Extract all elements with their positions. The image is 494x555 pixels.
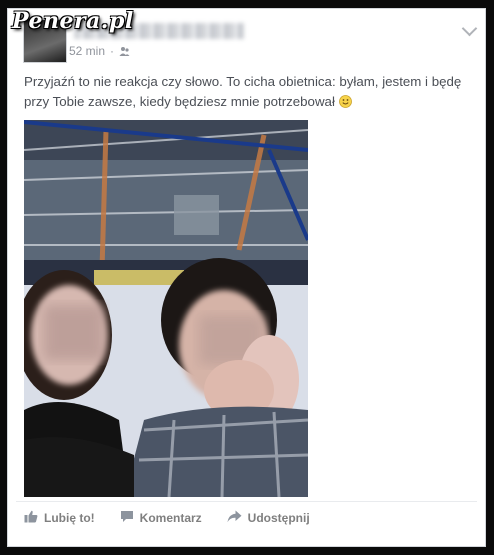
photo-image [24, 120, 308, 497]
post-meta: 52 min · [69, 44, 130, 58]
smiley-emoji-icon [338, 94, 352, 108]
post-timestamp[interactable]: 52 min [69, 44, 105, 58]
friends-icon[interactable] [119, 46, 130, 57]
like-button[interactable]: Lubię to! [24, 510, 95, 526]
share-arrow-icon [227, 510, 242, 526]
share-button[interactable]: Udostępnij [227, 510, 310, 526]
post-action-bar: Lubię to! Komentarz Udostępnij [24, 510, 335, 526]
post-text: Przyjaźń to nie reakcja czy słowo. To ci… [24, 72, 476, 112]
like-label: Lubię to! [44, 511, 95, 525]
facebook-post-card: 52 min · Przyjaźń to nie reakcja czy sło… [7, 8, 486, 547]
post-photo[interactable] [24, 120, 308, 497]
site-watermark-logo: Penera.pl [12, 8, 134, 34]
post-options-chevron-icon[interactable] [461, 20, 478, 37]
share-label: Udostępnij [247, 511, 310, 525]
thumbs-up-icon [24, 510, 38, 526]
comment-icon [120, 510, 134, 526]
action-bar-divider [16, 501, 477, 502]
post-text-content: Przyjaźń to nie reakcja czy słowo. To ci… [24, 74, 462, 109]
comment-button[interactable]: Komentarz [120, 510, 202, 526]
comment-label: Komentarz [139, 511, 202, 525]
